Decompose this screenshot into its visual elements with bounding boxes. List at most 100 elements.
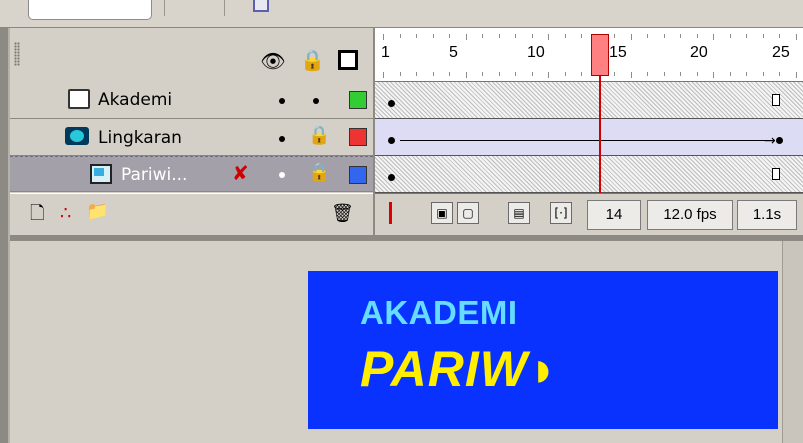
ruler-tick bbox=[779, 34, 780, 38]
ruler-tick bbox=[432, 34, 434, 38]
layer-normal-icon bbox=[68, 89, 90, 109]
ruler-tick bbox=[630, 34, 632, 40]
add-layer-icon[interactable]: 🗋 bbox=[30, 204, 44, 224]
stage-text-pariwisata[interactable]: PARIW◗ bbox=[360, 340, 559, 398]
ruler-tick bbox=[548, 34, 549, 40]
ruler-tick bbox=[399, 34, 401, 38]
lock-dot[interactable] bbox=[313, 98, 319, 104]
layer-color-swatch[interactable] bbox=[349, 91, 367, 109]
frame-track[interactable] bbox=[375, 82, 803, 119]
frame-number: 25 bbox=[772, 44, 790, 61]
ruler-tick bbox=[465, 72, 467, 78]
frame-number: 20 bbox=[690, 44, 708, 61]
ruler-tick bbox=[647, 34, 648, 38]
ruler-tick bbox=[713, 72, 714, 78]
playhead[interactable] bbox=[591, 34, 609, 76]
elapsed-time-field: 1.1s bbox=[737, 200, 797, 230]
frame-number: 1 bbox=[381, 44, 390, 61]
ruler-tick bbox=[729, 34, 731, 38]
layer-color-swatch[interactable] bbox=[349, 128, 367, 146]
layer-name[interactable]: Lingkaran bbox=[98, 128, 182, 148]
keyframe[interactable] bbox=[388, 174, 395, 181]
keyframe[interactable] bbox=[388, 100, 395, 107]
ruler-tick bbox=[647, 72, 648, 76]
motion-guide-icon bbox=[65, 127, 89, 145]
visibility-dot[interactable] bbox=[279, 136, 285, 142]
edit-multiple-frames-icon[interactable]: ▤ bbox=[508, 202, 530, 224]
onion-outline-icon[interactable]: ▢ bbox=[457, 202, 479, 224]
ruler-tick bbox=[449, 72, 450, 76]
add-motion-guide-icon[interactable]: ∴ bbox=[60, 204, 71, 224]
document-tab[interactable] bbox=[28, 0, 152, 20]
keyframe[interactable] bbox=[776, 137, 783, 144]
add-folder-icon[interactable]: 📁 bbox=[86, 202, 108, 222]
ruler-tick bbox=[548, 72, 549, 78]
motion-tween-line bbox=[400, 140, 775, 141]
current-frame-field: 14 bbox=[587, 200, 641, 230]
ruler-tick bbox=[680, 34, 681, 38]
toolbar-divider bbox=[164, 0, 165, 16]
ruler-tick bbox=[581, 72, 582, 76]
layer-name[interactable]: Pariwi... bbox=[121, 165, 187, 185]
ruler-tick bbox=[465, 34, 467, 40]
tween-arrow-icon: → bbox=[764, 133, 776, 149]
ruler-tick bbox=[564, 34, 566, 38]
ruler-tick bbox=[449, 34, 450, 38]
visibility-dot[interactable] bbox=[279, 172, 285, 178]
ruler-tick bbox=[498, 72, 500, 76]
trash-icon[interactable]: 🗑 bbox=[331, 204, 354, 224]
ruler-tick bbox=[713, 34, 714, 40]
visibility-dot[interactable] bbox=[279, 98, 285, 104]
outline-icon[interactable] bbox=[338, 50, 358, 70]
frame-ruler[interactable]: 1 5 10 15 20 25 bbox=[375, 30, 803, 82]
onion-skin-icon[interactable]: ▣ bbox=[431, 202, 453, 224]
ruler-tick bbox=[482, 72, 483, 76]
frame-track[interactable] bbox=[375, 156, 803, 193]
vertical-scrollbar[interactable] bbox=[782, 241, 803, 443]
layer-toolbar: 🗋 ∴ 📁 🗑 bbox=[10, 193, 373, 235]
center-frame-icon[interactable] bbox=[389, 202, 392, 224]
layer-color-swatch[interactable] bbox=[349, 166, 367, 184]
keyframe[interactable] bbox=[388, 137, 395, 144]
frame-track[interactable] bbox=[375, 119, 803, 156]
lock-icon[interactable]: 🔒 bbox=[300, 49, 325, 73]
ruler-tick bbox=[531, 34, 533, 38]
ruler-tick bbox=[729, 72, 731, 76]
end-frame[interactable] bbox=[772, 94, 780, 106]
ruler-tick bbox=[383, 72, 384, 78]
ruler-tick bbox=[663, 72, 665, 76]
ruler-tick bbox=[746, 34, 747, 38]
ruler-tick bbox=[779, 72, 780, 76]
ruler-tick bbox=[515, 72, 516, 76]
layer-row-lingkaran[interactable]: Lingkaran 🔒 bbox=[10, 119, 373, 156]
ruler-tick bbox=[383, 34, 384, 40]
ruler-tick bbox=[630, 72, 632, 78]
ruler-tick bbox=[432, 72, 434, 76]
lock-icon[interactable]: 🔒 bbox=[308, 163, 330, 183]
guided-layer-icon bbox=[90, 164, 112, 184]
layer-row-akademi[interactable]: Akademi bbox=[10, 82, 373, 119]
frame-number: 15 bbox=[609, 44, 627, 61]
layer-row-pariwisata[interactable]: Pariwi... ✘ 🔒 bbox=[10, 156, 373, 192]
ruler-tick bbox=[515, 34, 516, 38]
ruler-tick bbox=[614, 72, 615, 76]
ruler-tick bbox=[581, 34, 582, 38]
stage-text-akademi[interactable]: AKADEMI bbox=[360, 294, 518, 332]
ruler-tick bbox=[416, 34, 417, 38]
ruler-tick bbox=[482, 34, 483, 38]
panel-grip-handle[interactable] bbox=[14, 42, 20, 66]
modify-onion-markers-icon[interactable]: [·] bbox=[550, 202, 572, 224]
frame-rate-field[interactable]: 12.0 fps bbox=[647, 200, 733, 230]
ruler-tick bbox=[795, 72, 797, 78]
ruler-tick bbox=[531, 72, 533, 76]
pencil-crossed-icon: ✘ bbox=[232, 161, 249, 185]
layer-name[interactable]: Akademi bbox=[98, 90, 172, 110]
end-frame[interactable] bbox=[772, 168, 780, 180]
lock-icon[interactable]: 🔒 bbox=[308, 126, 330, 146]
ruler-tick bbox=[696, 72, 698, 76]
frame-number: 5 bbox=[449, 44, 458, 61]
ruler-tick bbox=[696, 34, 698, 38]
playhead-line bbox=[599, 76, 601, 206]
window-icon[interactable] bbox=[253, 0, 269, 12]
eye-icon[interactable]: 👁 bbox=[258, 50, 288, 72]
